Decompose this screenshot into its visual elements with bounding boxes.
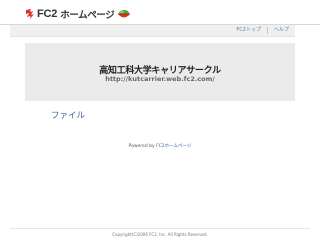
bowl-icon xyxy=(118,10,131,18)
fc2-logo-icon xyxy=(26,9,34,19)
nav-link-fc2-top[interactable]: FC2トップ xyxy=(230,25,267,36)
logo-fc2-text: FC2 xyxy=(37,8,58,20)
nav-link-help[interactable]: ヘルプ xyxy=(268,25,295,36)
powered-by-link[interactable]: FC2ホームページ xyxy=(156,144,191,149)
logo-homepage-text: ホームページ xyxy=(60,10,115,21)
powered-by-prefix: Powered by xyxy=(128,144,157,149)
powered-by: Powered by FC2ホームページ xyxy=(0,143,320,149)
site-url: http://kutcarrier.web.fc2.com/ xyxy=(105,75,215,83)
footer-divider xyxy=(10,228,310,229)
fc2-homepage-logo[interactable]: FC2 ホームページ xyxy=(24,7,131,21)
copyright-text: Copyright(C)2006 FC2, Inc. All Rights Re… xyxy=(112,232,208,237)
top-bar: FC2 ホームページ xyxy=(0,0,320,24)
file-link[interactable]: ファイル xyxy=(51,109,85,121)
site-header: 高知工科大学キャリアサークル http://kutcarrier.web.fc2… xyxy=(25,43,295,101)
nav-bar: FC2トップ ヘルプ xyxy=(10,25,295,37)
nav-links: FC2トップ ヘルプ xyxy=(230,25,295,36)
